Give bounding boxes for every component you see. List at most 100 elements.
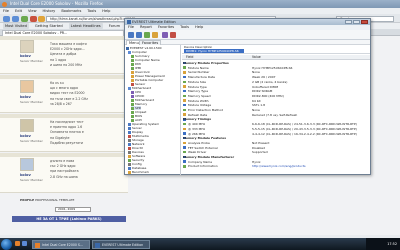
forum-post: kolov Senior Member На последният тест е… <box>0 114 128 152</box>
taskbar-item-everest[interactable]: EVEREST Ultimate Edition <box>92 239 150 249</box>
explorer-icon[interactable] <box>22 241 27 246</box>
property-icon <box>183 122 186 126</box>
avatar <box>20 158 34 171</box>
device-item-selected[interactable]: DIMM1: Hynix HYMP125U64CP8-S6 <box>184 49 244 53</box>
property-row[interactable]: Module Voltage SSTL 1.8 <box>182 103 370 107</box>
property-field: Error Detection Method <box>188 108 224 112</box>
property-row[interactable]: Memory Type DDR2 SDRAM <box>182 89 370 93</box>
everest-icon <box>95 242 100 248</box>
property-field: FET Switch External <box>188 145 218 150</box>
property-row[interactable]: Module Size 2 GB (2 ranks, 4 banks) <box>182 80 370 84</box>
post-author[interactable]: kolov <box>20 54 31 58</box>
property-row[interactable]: Module Name Hynix HYMP125U64CP8-S6 <box>182 66 370 70</box>
profile-label-text: PROFILE <box>20 198 35 202</box>
property-row[interactable]: Weak Driver Supported <box>182 150 370 154</box>
property-field: Module Voltage <box>188 103 212 108</box>
property-value: 2 GB (2 ranks, 4 banks) <box>252 79 288 84</box>
home-icon[interactable] <box>38 15 45 22</box>
property-section[interactable]: Memory Module Properties <box>182 61 370 65</box>
property-row[interactable]: Error Detection Method None <box>182 108 370 112</box>
minimize-icon[interactable] <box>345 20 352 24</box>
post-body: дъното е нова със 2 GHz ядро при настрой… <box>50 159 126 180</box>
property-row[interactable]: Memory Speed DDR2-800 (400 MHz) <box>182 94 370 98</box>
property-value: None <box>252 70 260 75</box>
report-icon[interactable] <box>162 32 168 38</box>
post-line: и шина по 200 МHz <box>50 62 83 67</box>
property-value: 6-6-6-18 (CL-RCD-RP-RAS) / 24-51-3-6-3-3… <box>252 122 357 127</box>
property-row[interactable]: Analysis Probe Not Present <box>182 141 370 145</box>
property-icon <box>183 141 186 145</box>
property-value: Week 26 / 2007 <box>252 75 276 80</box>
property-row[interactable]: Module Width 64 bit <box>182 99 370 103</box>
property-section[interactable]: Memory Module Features <box>182 136 370 140</box>
refresh-icon[interactable] <box>152 32 158 38</box>
property-section[interactable]: Memory Timings <box>182 117 370 121</box>
back-icon[interactable] <box>3 15 10 22</box>
post-author[interactable]: kolov <box>20 134 31 138</box>
property-field: Memory Timings <box>183 117 211 122</box>
browser-titlebar: Intel Dual Core E2000 Sokolov - Mozilla … <box>0 0 400 8</box>
close-icon[interactable] <box>361 20 368 24</box>
reload-icon[interactable] <box>21 15 28 22</box>
property-field: Product Information <box>188 164 218 169</box>
post-header <box>0 114 128 118</box>
property-field: Analysis Probe <box>188 140 210 145</box>
column-value[interactable]: Value <box>252 55 261 60</box>
property-field: Memory Module Properties <box>183 61 229 65</box>
property-row[interactable]: Company Name Hynix <box>182 160 370 164</box>
firefox-icon[interactable] <box>15 241 20 246</box>
up-icon[interactable] <box>144 32 150 38</box>
property-icon <box>183 104 186 107</box>
forum-banner[interactable]: НЕ ЗА ОТ 1 ТРИЕ (Lahinco PARKS) <box>12 216 126 222</box>
property-section[interactable]: Memory Module Manufacturer <box>182 155 370 159</box>
favorites-icon[interactable] <box>170 32 176 38</box>
property-icon <box>183 66 186 69</box>
property-value: Not Present <box>252 140 270 145</box>
firefox-icon <box>2 1 7 7</box>
property-row[interactable]: @ 400 MHz 6-6-6-18 (CL-RCD-RP-RAS) / 24-5… <box>182 122 370 126</box>
post-line: за 28/8 х 267 <box>50 101 72 106</box>
property-icon <box>183 85 186 88</box>
forward-icon[interactable] <box>136 32 142 38</box>
property-icon <box>183 99 186 102</box>
taskbar-item-label: Intel Dual Core E2000 S... <box>42 242 83 247</box>
post-author[interactable]: kolov <box>20 173 31 177</box>
system-tray-clock[interactable]: 17:52 <box>366 238 400 250</box>
post-author[interactable]: kolov <box>20 95 31 99</box>
everest-icon <box>126 20 131 24</box>
start-button[interactable] <box>1 238 12 250</box>
property-row[interactable]: Module Type Unbuffered DIMM <box>182 85 370 89</box>
everest-toolbar <box>125 30 370 40</box>
property-row[interactable]: Serial Number None <box>182 70 370 74</box>
post-role: Senior Member <box>20 100 43 104</box>
stop-icon[interactable] <box>30 15 37 22</box>
property-row[interactable]: Refresh Rate Reduced (7.8 us), Self-Refre… <box>182 113 370 117</box>
property-field: Module Type <box>188 84 207 89</box>
property-value: Supported <box>252 150 268 155</box>
avatar <box>20 40 34 53</box>
post-role: Senior Member <box>20 59 43 63</box>
taskbar-item-firefox[interactable]: Intel Dual Core E2000 S... <box>32 239 90 249</box>
property-value: DDR2 SDRAM <box>252 89 273 94</box>
property-row[interactable]: Manufacture Date Week 26 / 2007 <box>182 75 370 79</box>
property-icon <box>183 127 186 130</box>
property-row[interactable]: @ 266 MHz 4-4-4-12 (CL-RCD-RP-RAS) / 16-3… <box>182 132 370 136</box>
benchmark-icon <box>128 170 131 174</box>
forum-post: kolov Senior Member дъното е нова със 2 … <box>0 153 128 193</box>
property-row[interactable]: FET Switch External Disabled <box>182 146 370 150</box>
property-value: 4-4-4-12 (CL-RCD-RP-RAS) / 16-34-2-4-2-2… <box>252 131 357 136</box>
tree-item[interactable]: Benchmark <box>128 170 149 174</box>
property-link[interactable]: http://www.hynix.com/eng/products <box>252 164 306 168</box>
property-field: Module Width <box>188 98 209 103</box>
property-row[interactable]: Product Information http://www.hynix.com/… <box>182 164 370 168</box>
year-select[interactable]: 2001, 2009 <box>55 207 91 212</box>
column-field[interactable]: Field <box>186 55 193 60</box>
back-icon[interactable] <box>128 32 134 38</box>
window-controls <box>345 20 368 24</box>
property-row[interactable]: @ 333 MHz 5-5-5-15 (CL-RCD-RP-RAS) / 20-4… <box>182 127 370 131</box>
property-icon <box>183 94 186 98</box>
tree-item-label: Benchmark <box>132 170 150 174</box>
forward-icon[interactable] <box>12 15 19 22</box>
post-body: Ко кs кu ща с много ядра видях тест на Е… <box>50 81 126 107</box>
maximize-icon[interactable] <box>353 20 360 24</box>
